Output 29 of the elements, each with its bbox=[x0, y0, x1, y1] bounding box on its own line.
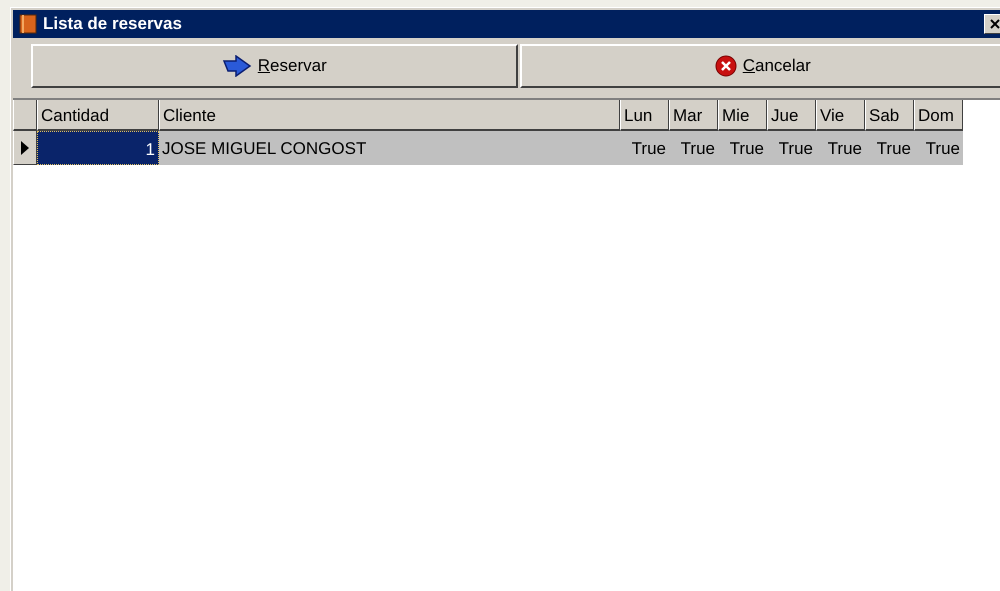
table-cell: True bbox=[718, 131, 767, 165]
column-header[interactable]: Mie bbox=[718, 100, 767, 131]
table-cell: True bbox=[767, 131, 816, 165]
table-cell: 1 bbox=[37, 131, 159, 165]
error-icon bbox=[714, 55, 737, 77]
column-header[interactable]: Sab bbox=[865, 100, 914, 131]
table-cell: True bbox=[816, 131, 865, 165]
column-header[interactable]: Mar bbox=[669, 100, 718, 131]
pointer-icon bbox=[21, 140, 29, 154]
cancel-button[interactable]: Cancelar bbox=[520, 44, 1000, 88]
close-icon bbox=[990, 19, 1000, 29]
arrow-icon bbox=[222, 55, 252, 77]
table-cell: True bbox=[865, 131, 914, 165]
table-cell: JOSE MIGUEL CONGOST bbox=[159, 131, 620, 165]
column-header[interactable]: Cantidad bbox=[37, 100, 159, 131]
column-header[interactable]: Jue bbox=[767, 100, 816, 131]
table-row[interactable]: 1 JOSE MIGUEL CONGOST True True True True True True True bbox=[13, 131, 1000, 165]
table-cell: True bbox=[669, 131, 718, 165]
column-header[interactable]: Lun bbox=[620, 100, 669, 131]
window-title: Lista de reservas bbox=[43, 14, 182, 34]
reserve-button[interactable]: Reservar bbox=[31, 44, 518, 88]
column-header[interactable]: Dom bbox=[914, 100, 963, 131]
table-cell: True bbox=[620, 131, 669, 165]
column-header[interactable]: Cliente bbox=[159, 100, 620, 131]
table-cell: True bbox=[914, 131, 963, 165]
row-header bbox=[13, 100, 37, 131]
column-header[interactable]: Vie bbox=[816, 100, 865, 131]
close-button[interactable] bbox=[984, 14, 1000, 34]
book-icon bbox=[19, 14, 37, 34]
